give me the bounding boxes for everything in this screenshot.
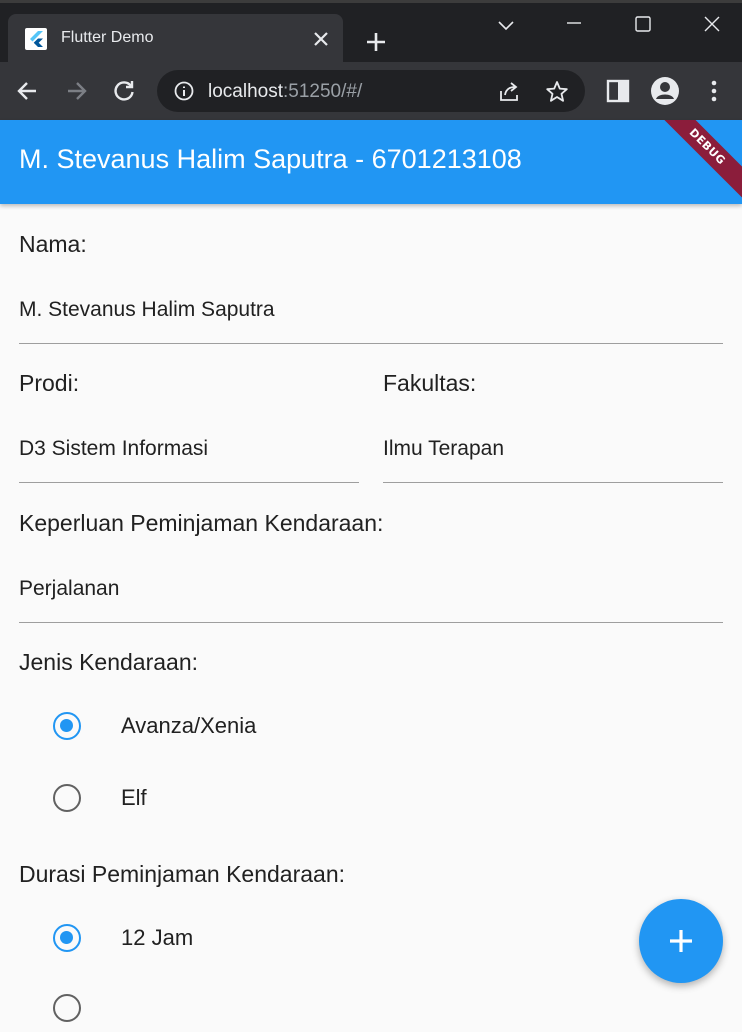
radio-option-elf[interactable]: Elf (0, 774, 742, 822)
debug-banner: DEBUG (646, 120, 742, 204)
radio-option-avanza-xenia[interactable]: Avanza/Xenia (0, 702, 742, 750)
app-bar: M. Stevanus Halim Saputra - 6701213108 D… (0, 120, 742, 204)
back-icon[interactable] (14, 77, 42, 105)
close-window-icon[interactable] (697, 13, 727, 39)
address-bar[interactable]: localhost:51250/#/ (157, 70, 585, 112)
fakultas-field[interactable]: Ilmu Terapan (383, 423, 723, 483)
prodi-field[interactable]: D3 Sistem Informasi (19, 423, 359, 483)
new-tab-icon[interactable] (362, 28, 390, 56)
fakultas-label: Fakultas: (383, 370, 477, 396)
fakultas-value: Ilmu Terapan (383, 437, 505, 460)
radio-button-selected[interactable] (53, 924, 81, 952)
keperluan-label: Keperluan Peminjaman Kendaraan: (19, 510, 384, 536)
add-fab-button[interactable] (639, 899, 723, 983)
url-text[interactable]: localhost:51250/#/ (208, 81, 362, 103)
profile-avatar-icon[interactable] (650, 76, 680, 106)
radio-button[interactable] (53, 784, 81, 812)
prodi-value: D3 Sistem Informasi (19, 437, 209, 460)
maximize-icon[interactable] (628, 13, 658, 39)
browser-toolbar: localhost:51250/#/ (0, 62, 742, 120)
add-icon (670, 930, 692, 952)
url-path: :51250/#/ (283, 81, 363, 102)
share-icon[interactable] (496, 79, 522, 105)
url-host: localhost (208, 81, 283, 102)
tab-title: Flutter Demo (61, 29, 154, 46)
flutter-logo-icon (25, 28, 47, 50)
radio-option-12-jam[interactable]: 12 Jam (0, 914, 742, 962)
keperluan-field[interactable]: Perjalanan (19, 563, 723, 623)
durasi-label: Durasi Peminjaman Kendaraan: (19, 861, 346, 887)
side-panel-icon[interactable] (604, 77, 632, 105)
nama-value: M. Stevanus Halim Saputra (19, 298, 275, 321)
radio-label: Elf (121, 785, 147, 810)
site-info-icon[interactable] (173, 80, 195, 102)
nama-field[interactable]: M. Stevanus Halim Saputra (19, 284, 723, 344)
more-menu-icon[interactable] (700, 77, 728, 105)
close-tab-icon[interactable] (311, 29, 331, 49)
radio-button[interactable] (53, 994, 81, 1022)
jenis-kendaraan-label: Jenis Kendaraan: (19, 649, 199, 675)
app-bar-title: M. Stevanus Halim Saputra - 6701213108 (19, 144, 522, 174)
bookmark-star-icon[interactable] (544, 79, 570, 105)
radio-label: Avanza/Xenia (121, 713, 257, 738)
reload-icon[interactable] (110, 77, 138, 105)
minimize-icon[interactable] (559, 13, 589, 39)
radio-button-selected[interactable] (53, 712, 81, 740)
browser-tab-strip: Flutter Demo (0, 0, 742, 65)
radio-option-partial[interactable] (0, 984, 742, 1032)
tab-search-chevron-icon[interactable] (491, 13, 521, 39)
nama-label: Nama: (19, 231, 87, 257)
forward-icon[interactable] (62, 77, 90, 105)
browser-tab[interactable]: Flutter Demo (8, 14, 343, 65)
radio-label: 12 Jam (121, 925, 194, 950)
keperluan-value: Perjalanan (19, 577, 120, 600)
prodi-label: Prodi: (19, 370, 80, 396)
